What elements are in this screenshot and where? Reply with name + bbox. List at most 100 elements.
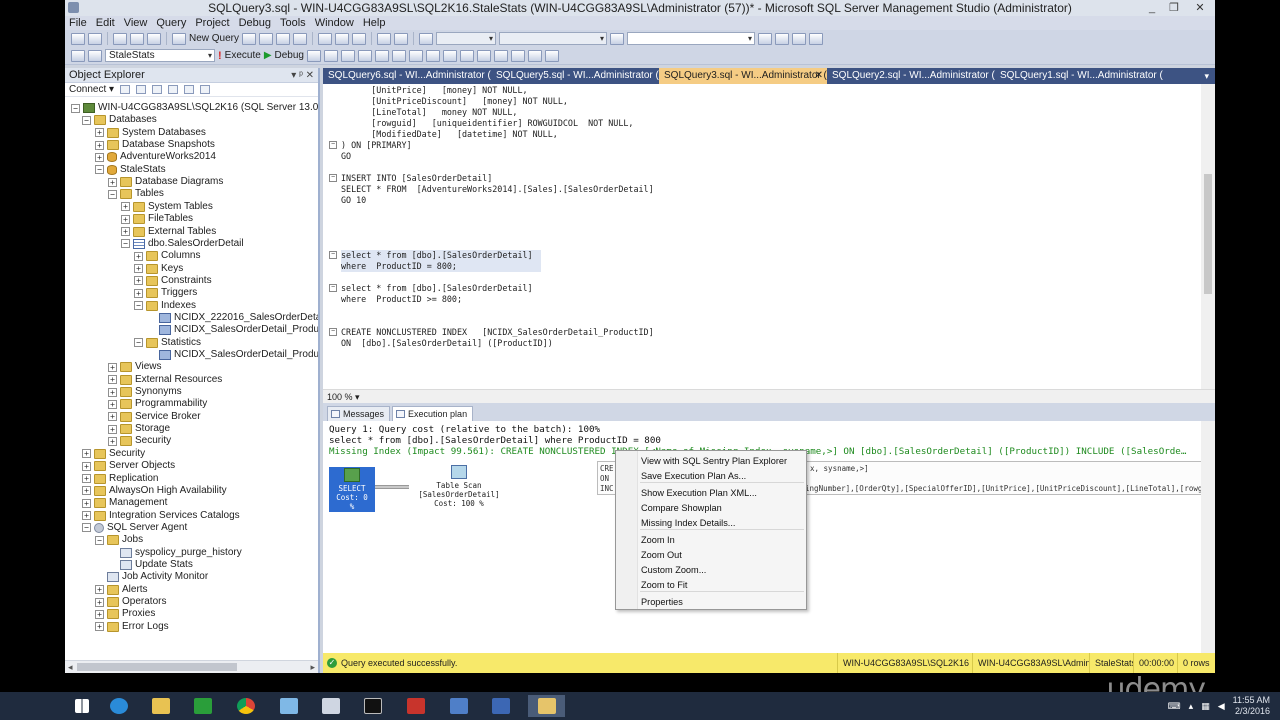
expand-icon[interactable]: + bbox=[82, 449, 91, 459]
expand-icon[interactable]: + bbox=[121, 227, 130, 236]
redo-icon[interactable] bbox=[394, 32, 409, 45]
tree-node[interactable]: + Integration Services Catalogs bbox=[82, 510, 240, 522]
tree-node[interactable]: NCIDX_222016_SalesOrderDetail_Blah (N bbox=[147, 312, 318, 324]
tree-node[interactable]: + Keys bbox=[134, 263, 183, 275]
menu-debug[interactable]: Debug bbox=[235, 16, 276, 30]
context-menu-item[interactable]: Missing Index Details... bbox=[641, 516, 735, 530]
scroll-thumb[interactable] bbox=[77, 663, 237, 671]
properties-icon[interactable] bbox=[775, 32, 790, 45]
tree-node[interactable]: + Security bbox=[108, 435, 171, 447]
connect-dropdown[interactable]: Connect ▾ bbox=[69, 83, 114, 97]
database-selector[interactable]: StaleStats bbox=[105, 49, 215, 62]
tree-node[interactable]: + AdventureWorks2014 bbox=[95, 151, 216, 163]
scroll-thumb[interactable] bbox=[1204, 174, 1212, 294]
tab-sqlquery1[interactable]: SQLQuery1.sql - WI...Administrator (55))… bbox=[995, 68, 1163, 84]
fold-toggle-icon[interactable]: − bbox=[329, 328, 337, 336]
expand-icon[interactable]: + bbox=[95, 585, 104, 595]
server-manager-icon[interactable] bbox=[486, 695, 516, 717]
tree-node[interactable]: + External Tables bbox=[121, 226, 216, 238]
forward-icon[interactable] bbox=[88, 32, 102, 45]
expand-icon[interactable]: + bbox=[82, 486, 91, 496]
tree-node[interactable]: + Proxies bbox=[95, 608, 155, 620]
stop-icon[interactable] bbox=[152, 85, 163, 94]
fold-toggle-icon[interactable]: − bbox=[329, 251, 337, 259]
expand-icon[interactable]: + bbox=[95, 622, 104, 632]
comment-icon[interactable] bbox=[493, 49, 508, 62]
tree-node[interactable]: + FileTables bbox=[121, 213, 193, 225]
tab-sqlquery2[interactable]: SQLQuery2.sql - WI...Administrator (56))… bbox=[827, 68, 995, 84]
cancel-query-icon[interactable] bbox=[306, 49, 321, 62]
tree-node[interactable]: − Indexes bbox=[134, 300, 196, 312]
expand-icon[interactable]: + bbox=[95, 597, 104, 607]
intellisense-icon[interactable] bbox=[374, 49, 389, 62]
tree-node[interactable]: − Databases bbox=[82, 114, 157, 126]
cut-icon[interactable] bbox=[318, 32, 333, 45]
tree-node[interactable]: − dbo.SalesOrderDetail bbox=[121, 238, 244, 250]
copy-icon[interactable] bbox=[335, 32, 350, 45]
filter-icon[interactable] bbox=[168, 85, 179, 94]
ssms-icon[interactable] bbox=[528, 695, 565, 717]
activity-monitor-icon[interactable] bbox=[200, 85, 211, 94]
command-prompt-icon[interactable] bbox=[358, 695, 388, 717]
increase-indent-icon[interactable] bbox=[544, 49, 559, 62]
menu-tools[interactable]: Tools bbox=[276, 16, 311, 30]
scroll-left-icon[interactable]: ◂ bbox=[68, 661, 73, 673]
xmla-query-icon[interactable] bbox=[293, 32, 308, 45]
menu-query[interactable]: Query bbox=[152, 16, 191, 30]
dmx-query-icon[interactable] bbox=[276, 32, 291, 45]
tree-node[interactable]: + Alerts bbox=[95, 584, 148, 596]
menu-file[interactable]: File bbox=[65, 16, 92, 30]
tab-execution-plan[interactable]: Execution plan bbox=[392, 406, 474, 421]
expand-icon[interactable]: + bbox=[95, 140, 104, 150]
tree-node[interactable]: + Columns bbox=[134, 250, 200, 262]
tree-node[interactable]: + System Databases bbox=[95, 127, 206, 139]
minimize-button[interactable]: _ bbox=[1141, 0, 1163, 16]
tab-messages[interactable]: Messages bbox=[327, 406, 391, 421]
expand-icon[interactable]: + bbox=[121, 214, 130, 224]
expand-icon[interactable]: + bbox=[108, 399, 117, 409]
menu-edit[interactable]: Edit bbox=[92, 16, 120, 30]
tree-node[interactable]: NCIDX_SalesOrderDetail_ProductID bbox=[147, 349, 318, 361]
expand-icon[interactable]: + bbox=[108, 177, 117, 187]
collapse-icon[interactable]: − bbox=[95, 535, 104, 545]
plan-vscrollbar[interactable] bbox=[1201, 421, 1215, 653]
expand-icon[interactable]: + bbox=[108, 424, 117, 434]
parse-icon[interactable] bbox=[323, 49, 338, 62]
collapse-icon[interactable]: − bbox=[82, 115, 91, 125]
editor-vscrollbar[interactable] bbox=[1201, 84, 1215, 389]
database-engine-query-icon[interactable] bbox=[242, 32, 257, 45]
chrome-icon[interactable] bbox=[231, 695, 261, 717]
file-explorer-icon[interactable] bbox=[146, 695, 176, 717]
context-menu-item[interactable]: Zoom Out bbox=[641, 548, 682, 562]
tree-node[interactable]: Job Activity Monitor bbox=[95, 571, 208, 583]
tree-node[interactable]: + Database Snapshots bbox=[95, 139, 215, 151]
menu-project[interactable]: Project bbox=[191, 16, 234, 30]
pane-pin-controls[interactable]: ▾ ᵖ ✕ bbox=[291, 68, 314, 83]
network-status-icon[interactable]: ▦ bbox=[1201, 701, 1210, 712]
expand-icon[interactable]: + bbox=[82, 474, 91, 483]
tree-node[interactable]: + Management bbox=[82, 497, 167, 509]
context-menu-item[interactable]: Show Execution Plan XML... bbox=[641, 486, 757, 500]
context-menu-item[interactable]: Zoom In bbox=[641, 533, 675, 547]
expand-icon[interactable]: + bbox=[108, 375, 117, 385]
context-menu-item[interactable]: Save Execution Plan As... bbox=[641, 469, 746, 483]
tree-node[interactable]: + AlwaysOn High Availability bbox=[82, 485, 227, 497]
open-file-icon[interactable] bbox=[130, 32, 144, 45]
context-menu-item[interactable]: View with SQL Sentry Plan Explorer bbox=[641, 454, 787, 468]
windows-start-icon[interactable] bbox=[67, 695, 97, 717]
context-menu-item[interactable]: Compare Showplan bbox=[641, 501, 722, 515]
tree-node[interactable]: + Database Diagrams bbox=[108, 176, 223, 188]
zoom-dropdown-icon[interactable]: ▾ bbox=[355, 392, 360, 402]
tree-node[interactable]: + Operators bbox=[95, 596, 166, 608]
clock[interactable]: 11:55 AM 2/3/2016 bbox=[1233, 695, 1270, 717]
new-project-icon[interactable] bbox=[113, 32, 127, 45]
menu-help[interactable]: Help bbox=[359, 16, 391, 30]
solution-explorer-icon[interactable] bbox=[758, 32, 773, 45]
include-actual-plan-icon[interactable] bbox=[391, 49, 406, 62]
fold-toggle-icon[interactable]: − bbox=[329, 141, 337, 149]
tree-node[interactable]: + Storage bbox=[108, 423, 170, 435]
table-scan-operator[interactable]: Table Scan [SalesOrderDetail] Cost: 100 … bbox=[409, 465, 509, 508]
tree-node[interactable]: + Security bbox=[82, 448, 145, 460]
expand-icon[interactable]: + bbox=[95, 128, 104, 138]
change-connection-icon[interactable] bbox=[88, 49, 102, 62]
